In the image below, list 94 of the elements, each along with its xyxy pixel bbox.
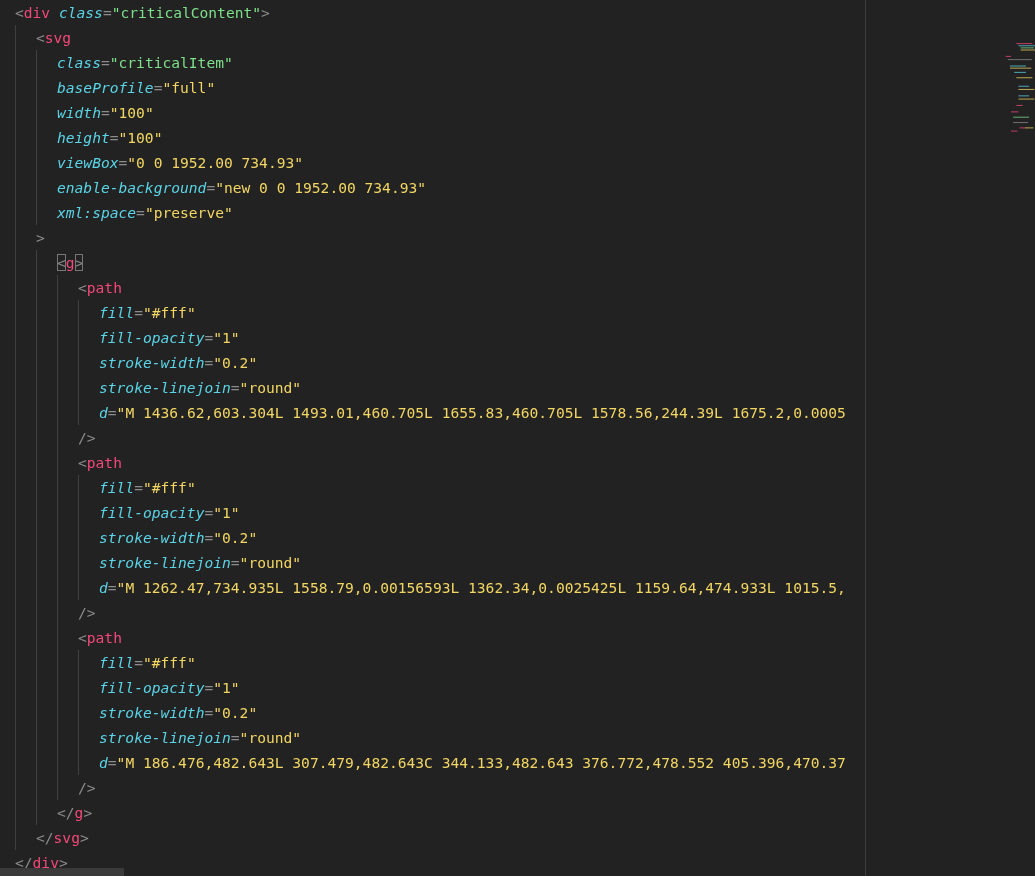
code-token: "M 186.476,482.643L 307.479,482.643C 344.133,482.643 376.772,478.552 405.396,470.37 (116, 754, 846, 771)
code-token: = (204, 679, 214, 696)
code-token: baseProfile (57, 79, 154, 96)
code-token: d (99, 754, 108, 771)
code-token: svg (53, 829, 80, 846)
code-token: = (230, 729, 240, 746)
code-token: </ (15, 854, 33, 871)
code-token: = (204, 704, 214, 721)
code-token: viewBox (57, 154, 119, 171)
code-token: div (32, 854, 59, 871)
code-token: class (58, 4, 103, 21)
code-token: < (15, 4, 24, 21)
code-token: /> (78, 604, 96, 621)
code-token: "0.2" (213, 529, 258, 546)
code-token: "100" (109, 104, 154, 121)
code-token: = (102, 4, 112, 21)
code-token: class (57, 54, 101, 71)
code-token: fill-opacity (99, 329, 205, 346)
code-token: = (118, 154, 128, 171)
code-token: </ (57, 804, 75, 821)
code-token: /> (78, 779, 96, 796)
code-token: svg (44, 29, 72, 46)
code-token: "preserve" (144, 204, 233, 221)
code-token: "full" (162, 79, 216, 96)
code-token: "criticalContent" (111, 4, 262, 21)
code-token: < (78, 279, 87, 296)
code-token: "round" (239, 729, 302, 746)
code-token: = (134, 479, 143, 496)
code-token: = (109, 129, 119, 146)
code-token: stroke-linejoin (99, 554, 231, 571)
code-token: "criticalItem" (109, 54, 233, 71)
code-token: > (58, 854, 68, 871)
code-token: fill-opacity (99, 504, 205, 521)
code-token: height (57, 129, 110, 146)
code-token: fill-opacity (99, 679, 205, 696)
code-token: stroke-linejoin (99, 379, 231, 396)
code-token: /> (78, 429, 96, 446)
code-token: path (86, 279, 122, 296)
code-token: > (36, 229, 45, 246)
code-token: = (204, 529, 214, 546)
code-token: = (204, 354, 214, 371)
code-token: = (107, 754, 117, 771)
code-token: "#fff" (142, 479, 196, 496)
code-token: "round" (239, 379, 302, 396)
code-token: = (206, 179, 216, 196)
code-token: "0.2" (213, 354, 258, 371)
code-token: path (86, 454, 122, 471)
code-token: width (57, 104, 101, 121)
code-token: fill (99, 304, 135, 321)
code-token: = (107, 579, 117, 596)
code-token: stroke-width (99, 529, 205, 546)
code-token: </ (36, 829, 54, 846)
code-token: < (78, 454, 87, 471)
code-token: > (79, 829, 89, 846)
code-token: > (261, 4, 270, 21)
code-token: d (99, 579, 108, 596)
code-token: stroke-width (99, 704, 205, 721)
code-token: "round" (239, 554, 302, 571)
code-token: path (86, 629, 122, 646)
code-token: > (83, 804, 93, 821)
code-token: = (136, 204, 145, 221)
code-token: = (204, 329, 214, 346)
code-token: "1" (213, 329, 240, 346)
code-token: "#fff" (142, 654, 196, 671)
code-token: = (100, 54, 110, 71)
code-token: < (36, 29, 45, 46)
code-token: = (134, 654, 143, 671)
code-token: < (78, 629, 87, 646)
code-token: "new 0 0 1952.00 734.93" (215, 179, 427, 196)
code-token: "M 1436.62,603.304L 1493.01,460.705L 1655.83,460.705L 1578.56,244.39L 1675.2,0.0005 (116, 404, 846, 421)
code-token: g (74, 804, 84, 821)
code-token: fill (99, 479, 135, 496)
code-token: = (230, 554, 240, 571)
code-token: = (107, 404, 117, 421)
code-token: = (100, 104, 110, 121)
scrollbar-thumb[interactable] (0, 868, 124, 876)
code-token: d (99, 404, 108, 421)
code-token: div (23, 4, 51, 21)
code-token: fill (99, 654, 135, 671)
code-token: = (134, 304, 143, 321)
code-token: stroke-linejoin (99, 729, 231, 746)
code-token: stroke-width (99, 354, 205, 371)
code-token: "100" (118, 129, 163, 146)
code-token: "M 1262.47,734.935L 1558.79,0.00156593L 1362.34,0.0025425L 1159.64,474.933L 1015.5, (116, 579, 846, 596)
code-token: "0.2" (213, 704, 258, 721)
code-token: "1" (213, 679, 240, 696)
code-token: "#fff" (142, 304, 196, 321)
code-token: enable-background (57, 179, 207, 196)
code-token: = (153, 79, 163, 96)
code-token: = (230, 379, 240, 396)
code-token: = (204, 504, 214, 521)
code-token: "0 0 1952.00 734.93" (127, 154, 304, 171)
code-token: "1" (213, 504, 240, 521)
code-token: xml:space (57, 204, 137, 221)
